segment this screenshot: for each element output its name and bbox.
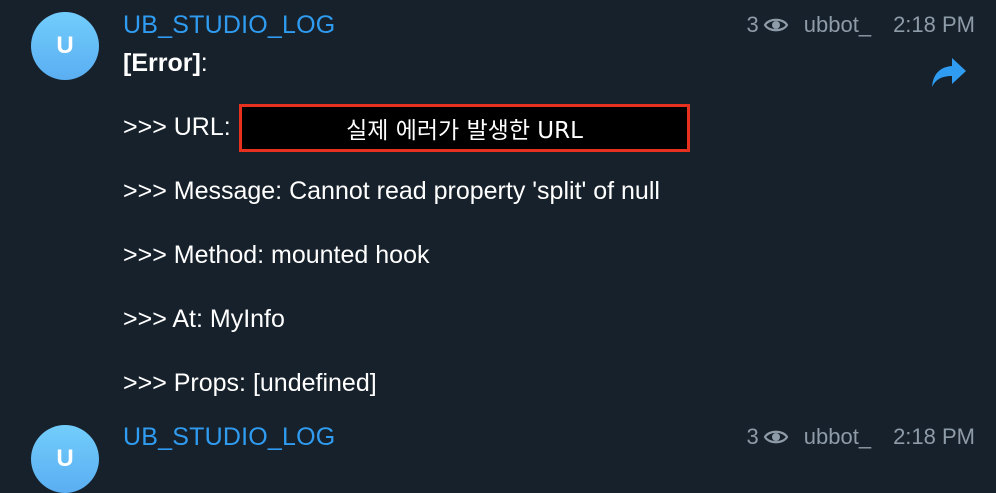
eye-icon bbox=[763, 427, 789, 447]
url-line-prefix: >>> URL: bbox=[123, 113, 231, 141]
error-colon: : bbox=[200, 49, 208, 77]
avatar-letter: U bbox=[56, 32, 74, 59]
redacted-url-text: 실제 에러가 발생한 URL bbox=[346, 118, 583, 144]
views-count: 3 bbox=[746, 424, 759, 449]
avatar[interactable]: U bbox=[31, 425, 99, 493]
views-count: 3 bbox=[746, 12, 759, 37]
message-meta: 3 ubbot_ 2:18 PM bbox=[747, 12, 975, 38]
avatar-letter: U bbox=[56, 445, 74, 472]
message-line: >>> Message: Cannot read property 'split… bbox=[123, 177, 660, 205]
forward-icon[interactable] bbox=[930, 56, 968, 90]
post-author: ubbot_ bbox=[803, 12, 872, 37]
message-time: 2:18 PM bbox=[893, 12, 975, 37]
message-meta: 3 ubbot_ 2:18 PM bbox=[747, 424, 975, 450]
error-line: [Error]: bbox=[123, 49, 208, 78]
at-line: >>> At: MyInfo bbox=[123, 305, 285, 333]
message-time: 2:18 PM bbox=[893, 424, 975, 449]
redacted-url-box: 실제 에러가 발생한 URL bbox=[239, 104, 690, 152]
sender-name[interactable]: UB_STUDIO_LOG bbox=[123, 11, 335, 40]
avatar[interactable]: U bbox=[31, 12, 99, 80]
sender-name[interactable]: UB_STUDIO_LOG bbox=[123, 423, 335, 452]
eye-icon bbox=[763, 15, 789, 35]
props-line: >>> Props: [undefined] bbox=[123, 369, 377, 397]
error-label: [Error] bbox=[123, 49, 201, 77]
post-author: ubbot_ bbox=[803, 424, 872, 449]
method-line: >>> Method: mounted hook bbox=[123, 241, 430, 269]
